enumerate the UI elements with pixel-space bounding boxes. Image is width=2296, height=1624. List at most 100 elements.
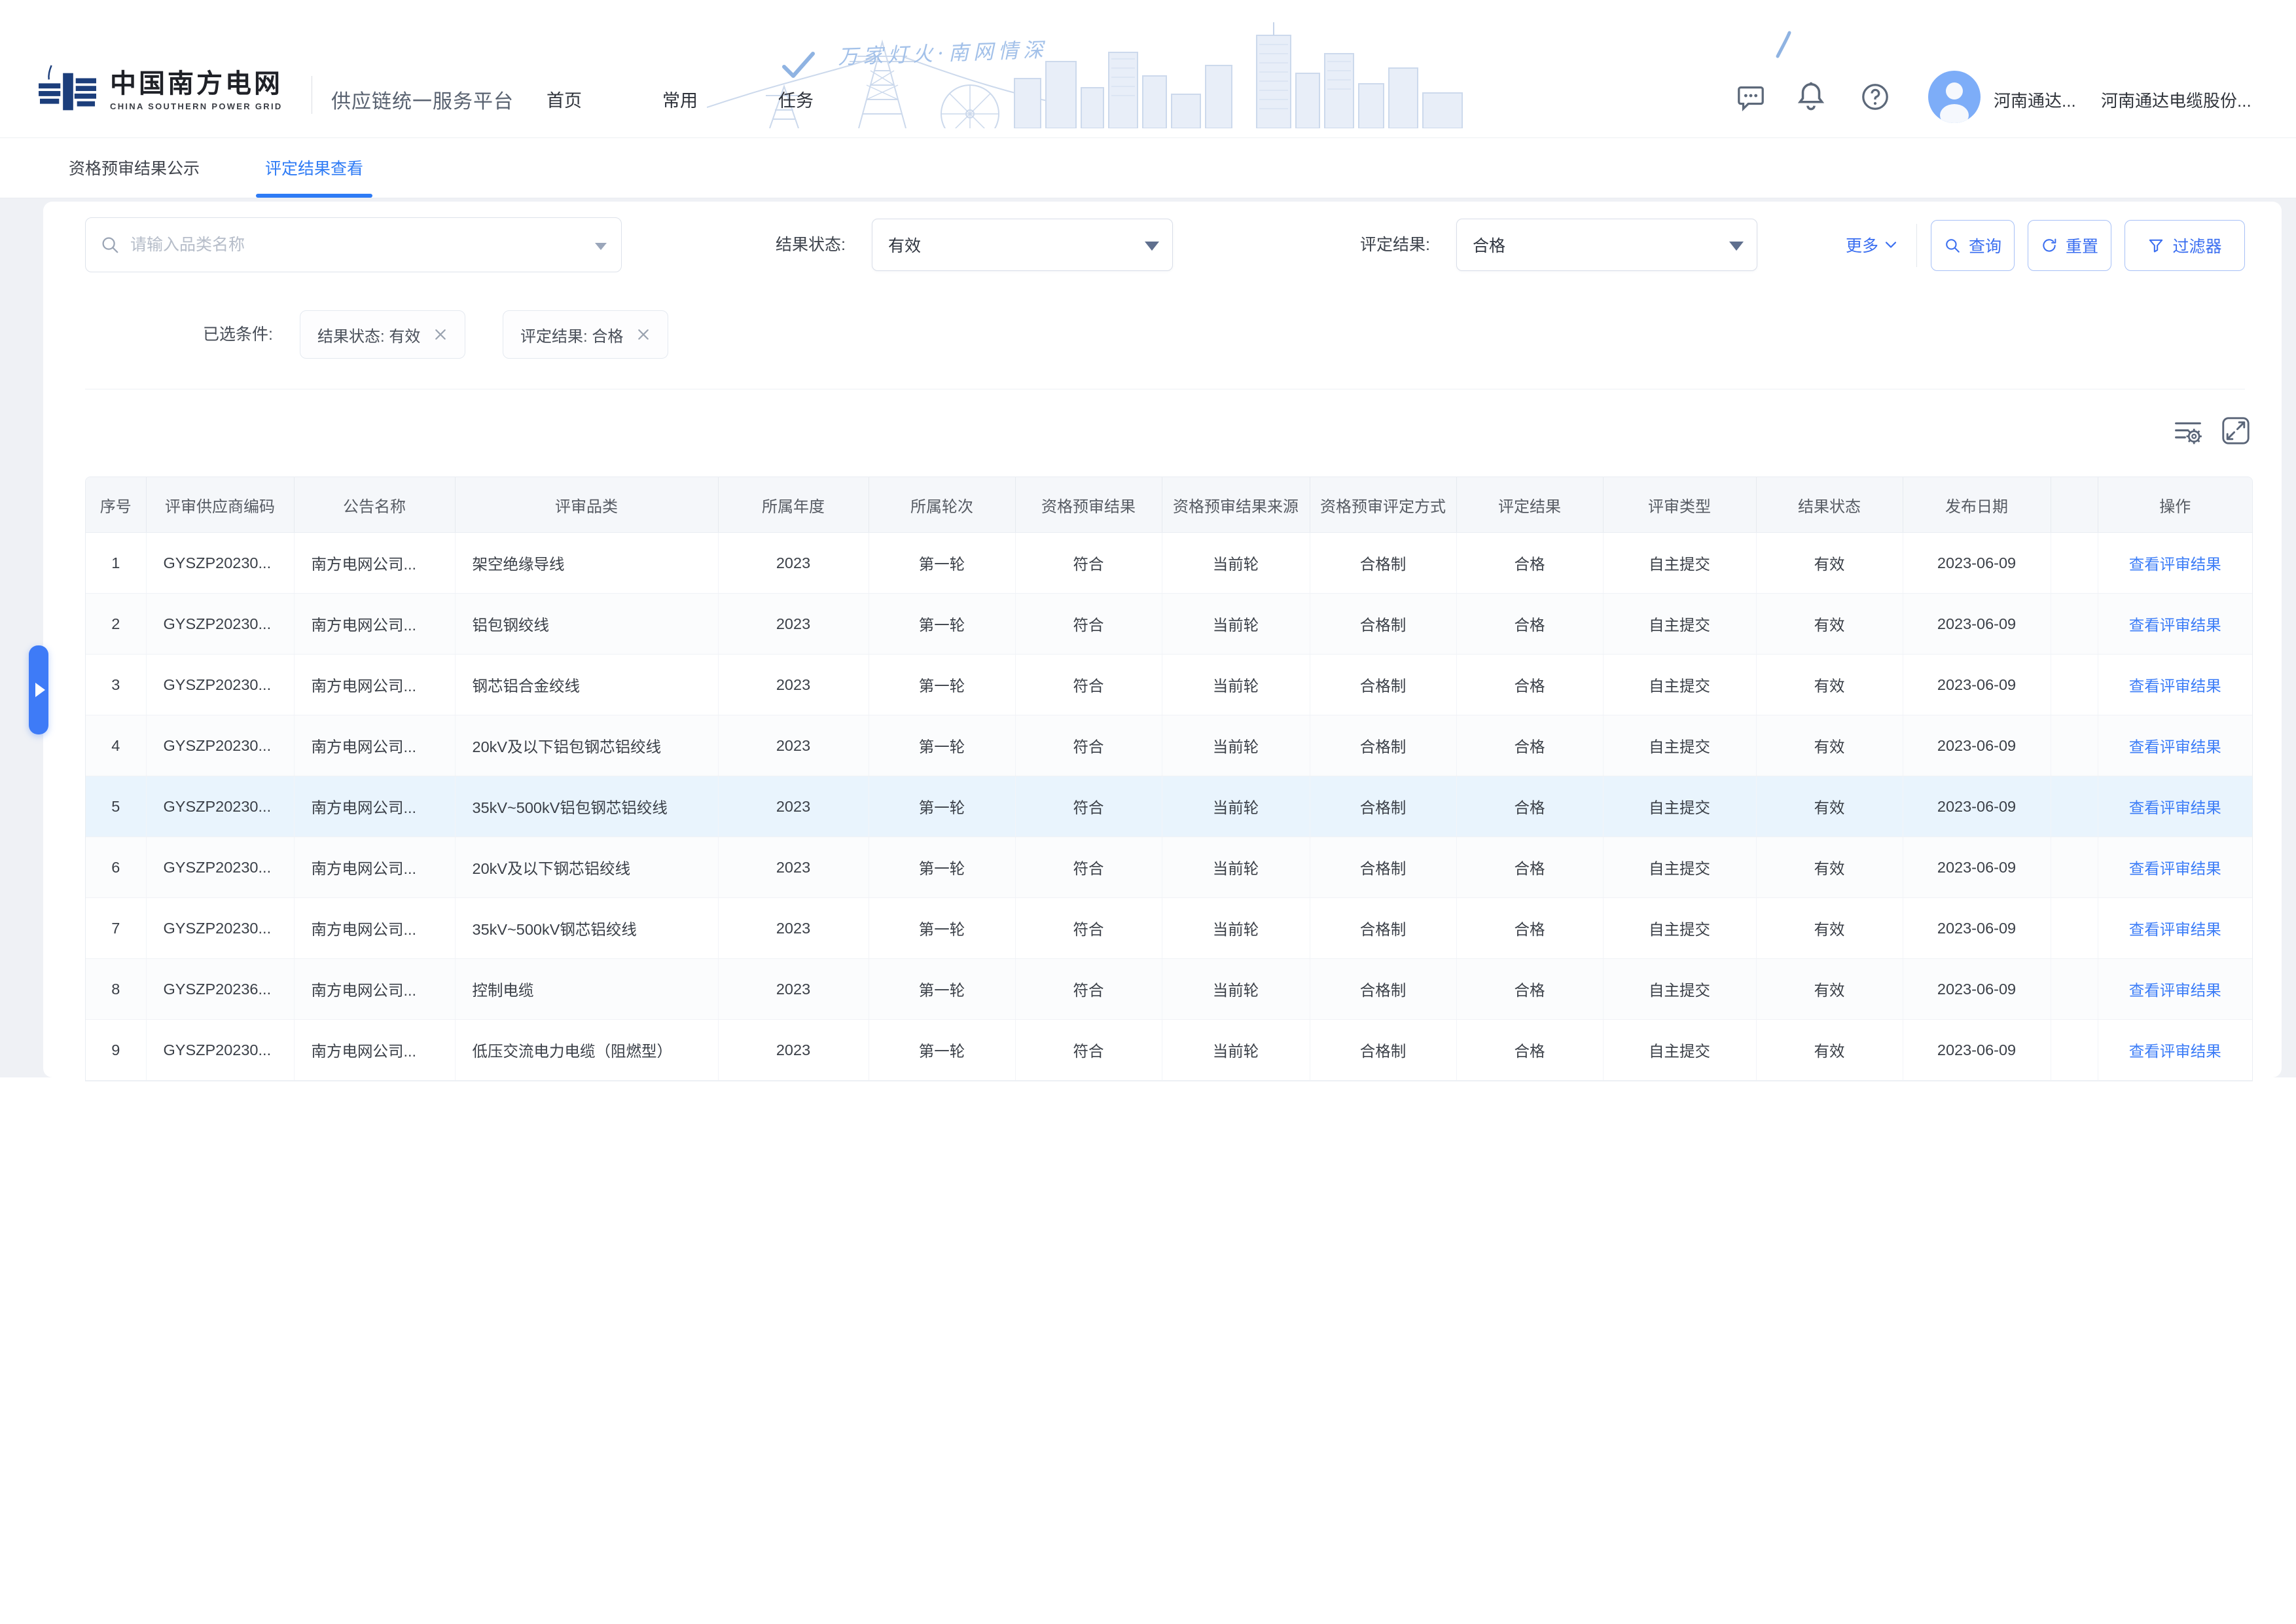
cell-date: 2023-06-09 bbox=[1903, 655, 2051, 715]
message-icon[interactable] bbox=[1736, 82, 1766, 112]
content-area: 结果状态: 有效 评定结果: 合格 更多 查询 bbox=[0, 198, 2296, 1077]
brand-name-en: CHINA SOUTHERN POWER GRID bbox=[110, 101, 283, 111]
tab-evaluation-results[interactable]: 评定结果查看 bbox=[265, 137, 363, 198]
funnel-icon bbox=[2147, 237, 2164, 254]
view-review-result-link[interactable]: 查看评审结果 bbox=[2129, 982, 2221, 999]
evaluation-result-label: 评定结果: bbox=[1360, 217, 1430, 272]
help-icon[interactable] bbox=[1860, 82, 1890, 112]
cell-source: 当前轮 bbox=[1162, 1020, 1310, 1081]
cell-status: 有效 bbox=[1756, 655, 1903, 715]
cell-type: 自主提交 bbox=[1603, 837, 1756, 898]
view-review-result-link[interactable]: 查看评审结果 bbox=[2129, 738, 2221, 755]
filter-button[interactable]: 过滤器 bbox=[2125, 220, 2245, 271]
csg-logo[interactable] bbox=[37, 64, 99, 120]
cell-no: 6 bbox=[86, 837, 146, 898]
cell-status: 有效 bbox=[1756, 959, 1903, 1020]
table-row: 2GYSZP20230...南方电网公司...铝包钢绞线2023第一轮符合当前轮… bbox=[86, 594, 2252, 655]
cell-category: 钢芯铝合金绞线 bbox=[455, 655, 718, 715]
notification-bell-icon[interactable] bbox=[1795, 80, 1827, 113]
cell-notice: 南方电网公司... bbox=[294, 898, 455, 959]
cell-result: 合格 bbox=[1456, 776, 1603, 837]
cell-prequal: 符合 bbox=[1015, 959, 1162, 1020]
cell-notice: 南方电网公司... bbox=[294, 959, 455, 1020]
cell-date: 2023-06-09 bbox=[1903, 898, 2051, 959]
more-filters-button[interactable]: 更多 bbox=[1846, 217, 1897, 272]
cell-notice: 南方电网公司... bbox=[294, 594, 455, 655]
cell-type: 自主提交 bbox=[1603, 594, 1756, 655]
results-card: 结果状态: 有效 评定结果: 合格 更多 查询 bbox=[43, 202, 2282, 1077]
search-icon bbox=[1944, 237, 1961, 254]
column-header: 发布日期 bbox=[1903, 477, 2051, 533]
app-header: 万家灯火·南网情深 中国南方电网 CHINA SOUTHERN POWER GR… bbox=[0, 0, 2296, 138]
toolbar-divider bbox=[1916, 224, 1917, 267]
cell-code: GYSZP20230... bbox=[146, 776, 294, 837]
column-header: 资格预审结果来源 bbox=[1162, 477, 1310, 533]
evaluation-result-select[interactable]: 合格 bbox=[1456, 219, 1757, 271]
table-row: 6GYSZP20230...南方电网公司...20kV及以下钢芯铝绞线2023第… bbox=[86, 837, 2252, 898]
results-table: 序号评审供应商编码公告名称评审品类所属年度所属轮次资格预审结果资格预审结果来源资… bbox=[85, 477, 2253, 1081]
nav-item-tasks[interactable]: 任务 bbox=[778, 86, 814, 112]
cell-no: 2 bbox=[86, 594, 146, 655]
view-review-result-link[interactable]: 查看评审结果 bbox=[2129, 556, 2221, 573]
cell-category: 架空绝缘导线 bbox=[455, 533, 718, 594]
column-header: 评审供应商编码 bbox=[146, 477, 294, 533]
cell-result: 合格 bbox=[1456, 594, 1603, 655]
column-header: 结果状态 bbox=[1756, 477, 1903, 533]
chip-close-icon[interactable] bbox=[636, 327, 651, 342]
nav-item-common[interactable]: 常用 bbox=[662, 86, 698, 112]
view-review-result-link[interactable]: 查看评审结果 bbox=[2129, 799, 2221, 816]
side-panel-expand-handle[interactable] bbox=[29, 645, 48, 734]
cell-round: 第一轮 bbox=[869, 776, 1015, 837]
cell-type: 自主提交 bbox=[1603, 715, 1756, 776]
table-row: 3GYSZP20230...南方电网公司...钢芯铝合金绞线2023第一轮符合当… bbox=[86, 655, 2252, 715]
cell-no: 1 bbox=[86, 533, 146, 594]
cell-method: 合格制 bbox=[1310, 837, 1456, 898]
result-status-select[interactable]: 有效 bbox=[872, 219, 1173, 271]
cell-method: 合格制 bbox=[1310, 776, 1456, 837]
cell-no: 8 bbox=[86, 959, 146, 1020]
search-icon bbox=[100, 235, 120, 255]
user-short-name[interactable]: 河南通达... bbox=[1994, 88, 2076, 112]
cell-action: 查看评审结果 bbox=[2098, 655, 2252, 715]
table-header-row: 序号评审供应商编码公告名称评审品类所属年度所属轮次资格预审结果资格预审结果来源资… bbox=[86, 477, 2252, 533]
nav-item-home[interactable]: 首页 bbox=[547, 86, 582, 112]
chip-close-icon[interactable] bbox=[433, 327, 448, 342]
cell-year: 2023 bbox=[718, 959, 869, 1020]
cell-spacer bbox=[2051, 715, 2098, 776]
cell-code: GYSZP20230... bbox=[146, 1020, 294, 1081]
cell-method: 合格制 bbox=[1310, 533, 1456, 594]
cell-source: 当前轮 bbox=[1162, 655, 1310, 715]
category-search-input[interactable] bbox=[129, 235, 583, 255]
cell-source: 当前轮 bbox=[1162, 898, 1310, 959]
cell-year: 2023 bbox=[718, 655, 869, 715]
user-avatar[interactable] bbox=[1928, 71, 1981, 123]
view-review-result-link[interactable]: 查看评审结果 bbox=[2129, 617, 2221, 634]
platform-title: 供应链统一服务平台 bbox=[331, 85, 514, 114]
user-company-name[interactable]: 河南通达电缆股份... bbox=[2101, 88, 2251, 112]
cell-no: 7 bbox=[86, 898, 146, 959]
cell-type: 自主提交 bbox=[1603, 533, 1756, 594]
query-button[interactable]: 查询 bbox=[1931, 220, 2015, 271]
fullscreen-icon[interactable] bbox=[2220, 415, 2251, 446]
chevron-down-icon bbox=[1145, 242, 1159, 251]
reset-button[interactable]: 重置 bbox=[2028, 220, 2111, 271]
cell-category: 35kV~500kV钢芯铝绞线 bbox=[455, 898, 718, 959]
view-review-result-link[interactable]: 查看评审结果 bbox=[2129, 921, 2221, 938]
view-review-result-link[interactable]: 查看评审结果 bbox=[2129, 860, 2221, 877]
cell-code: GYSZP20230... bbox=[146, 837, 294, 898]
cell-spacer bbox=[2051, 594, 2098, 655]
cell-type: 自主提交 bbox=[1603, 959, 1756, 1020]
cell-prequal: 符合 bbox=[1015, 776, 1162, 837]
cell-action: 查看评审结果 bbox=[2098, 837, 2252, 898]
column-settings-icon[interactable] bbox=[2173, 416, 2203, 446]
table-row: 8GYSZP20236...南方电网公司...控制电缆2023第一轮符合当前轮合… bbox=[86, 959, 2252, 1020]
brand-text: 中国南方电网 CHINA SOUTHERN POWER GRID bbox=[110, 69, 283, 111]
cell-method: 合格制 bbox=[1310, 655, 1456, 715]
category-search-combobox[interactable] bbox=[85, 217, 622, 272]
view-review-result-link[interactable]: 查看评审结果 bbox=[2129, 677, 2221, 695]
tab-prequalification-results[interactable]: 资格预审结果公示 bbox=[69, 137, 200, 198]
cell-prequal: 符合 bbox=[1015, 898, 1162, 959]
column-header: 公告名称 bbox=[294, 477, 455, 533]
cell-year: 2023 bbox=[718, 715, 869, 776]
view-review-result-link[interactable]: 查看评审结果 bbox=[2129, 1043, 2221, 1060]
